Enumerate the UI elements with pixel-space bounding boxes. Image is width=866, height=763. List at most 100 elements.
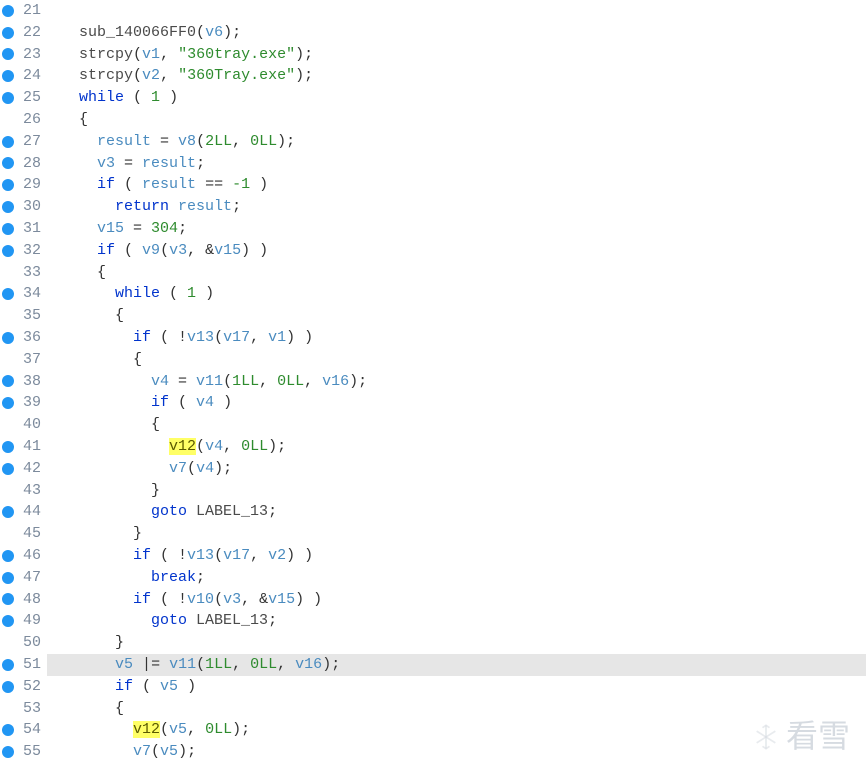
- breakpoint-dot[interactable]: [2, 27, 14, 39]
- breakpoint-dot[interactable]: [2, 593, 14, 605]
- code-line[interactable]: {: [47, 109, 866, 131]
- code-line[interactable]: if ( !v10(v3, &v15) ): [47, 589, 866, 611]
- breakpoint-dot[interactable]: [2, 528, 14, 540]
- gutter-line[interactable]: 52: [0, 676, 47, 698]
- breakpoint-dot[interactable]: [2, 681, 14, 693]
- code-line[interactable]: return result;: [47, 196, 866, 218]
- gutter-line[interactable]: 22: [0, 22, 47, 44]
- breakpoint-dot[interactable]: [2, 310, 14, 322]
- code-line[interactable]: [47, 0, 866, 22]
- breakpoint-dot[interactable]: [2, 397, 14, 409]
- breakpoint-dot[interactable]: [2, 114, 14, 126]
- breakpoint-dot[interactable]: [2, 375, 14, 387]
- gutter-line[interactable]: 35: [0, 305, 47, 327]
- code-line[interactable]: strcpy(v1, "360tray.exe");: [47, 44, 866, 66]
- gutter-line[interactable]: 49: [0, 610, 47, 632]
- gutter-line[interactable]: 21: [0, 0, 47, 22]
- code-line[interactable]: }: [47, 523, 866, 545]
- code-line[interactable]: {: [47, 262, 866, 284]
- gutter-line[interactable]: 29: [0, 174, 47, 196]
- code-line[interactable]: sub_140066FF0(v6);: [47, 22, 866, 44]
- code-line[interactable]: {: [47, 349, 866, 371]
- breakpoint-dot[interactable]: [2, 201, 14, 213]
- code-line[interactable]: goto LABEL_13;: [47, 501, 866, 523]
- breakpoint-dot[interactable]: [2, 245, 14, 257]
- gutter-line[interactable]: 26: [0, 109, 47, 131]
- code-line[interactable]: v3 = result;: [47, 153, 866, 175]
- code-line[interactable]: if ( v5 ): [47, 676, 866, 698]
- breakpoint-dot[interactable]: [2, 288, 14, 300]
- code-line[interactable]: v5 |= v11(1LL, 0LL, v16);: [47, 654, 866, 676]
- code-line[interactable]: result = v8(2LL, 0LL);: [47, 131, 866, 153]
- gutter-line[interactable]: 31: [0, 218, 47, 240]
- code-line[interactable]: }: [47, 480, 866, 502]
- gutter-line[interactable]: 55: [0, 741, 47, 763]
- code-line[interactable]: {: [47, 698, 866, 720]
- gutter-line[interactable]: 50: [0, 632, 47, 654]
- gutter-line[interactable]: 44: [0, 501, 47, 523]
- breakpoint-dot[interactable]: [2, 572, 14, 584]
- code-line[interactable]: }: [47, 632, 866, 654]
- breakpoint-dot[interactable]: [2, 70, 14, 82]
- code-line[interactable]: {: [47, 305, 866, 327]
- gutter-line[interactable]: 42: [0, 458, 47, 480]
- gutter-line[interactable]: 32: [0, 240, 47, 262]
- gutter-line[interactable]: 46: [0, 545, 47, 567]
- code-line[interactable]: v7(v5);: [47, 741, 866, 763]
- breakpoint-dot[interactable]: [2, 136, 14, 148]
- gutter-line[interactable]: 28: [0, 153, 47, 175]
- code-line[interactable]: goto LABEL_13;: [47, 610, 866, 632]
- gutter-line[interactable]: 33: [0, 262, 47, 284]
- gutter-line[interactable]: 36: [0, 327, 47, 349]
- breakpoint-dot[interactable]: [2, 419, 14, 431]
- code-line[interactable]: v4 = v11(1LL, 0LL, v16);: [47, 371, 866, 393]
- gutter-line[interactable]: 47: [0, 567, 47, 589]
- breakpoint-dot[interactable]: [2, 5, 14, 17]
- breakpoint-dot[interactable]: [2, 637, 14, 649]
- breakpoint-dot[interactable]: [2, 441, 14, 453]
- breakpoint-dot[interactable]: [2, 615, 14, 627]
- gutter-line[interactable]: 25: [0, 87, 47, 109]
- code-line[interactable]: break;: [47, 567, 866, 589]
- code-line[interactable]: if ( result == -1 ): [47, 174, 866, 196]
- gutter-line[interactable]: 23: [0, 44, 47, 66]
- gutter-line[interactable]: 54: [0, 719, 47, 741]
- gutter-line[interactable]: 38: [0, 371, 47, 393]
- breakpoint-dot[interactable]: [2, 484, 14, 496]
- breakpoint-dot[interactable]: [2, 724, 14, 736]
- breakpoint-dot[interactable]: [2, 157, 14, 169]
- gutter-line[interactable]: 48: [0, 589, 47, 611]
- breakpoint-dot[interactable]: [2, 332, 14, 344]
- code-line[interactable]: v7(v4);: [47, 458, 866, 480]
- breakpoint-dot[interactable]: [2, 506, 14, 518]
- breakpoint-dot[interactable]: [2, 223, 14, 235]
- gutter-line[interactable]: 51: [0, 654, 47, 676]
- breakpoint-dot[interactable]: [2, 354, 14, 366]
- gutter-line[interactable]: 40: [0, 414, 47, 436]
- code-line[interactable]: v12(v4, 0LL);: [47, 436, 866, 458]
- code-line[interactable]: v15 = 304;: [47, 218, 866, 240]
- code-line[interactable]: if ( v4 ): [47, 392, 866, 414]
- code-line[interactable]: strcpy(v2, "360Tray.exe");: [47, 65, 866, 87]
- breakpoint-dot[interactable]: [2, 48, 14, 60]
- gutter-line[interactable]: 27: [0, 131, 47, 153]
- breakpoint-dot[interactable]: [2, 550, 14, 562]
- gutter-line[interactable]: 53: [0, 698, 47, 720]
- breakpoint-dot[interactable]: [2, 463, 14, 475]
- breakpoint-dot[interactable]: [2, 659, 14, 671]
- breakpoint-dot[interactable]: [2, 179, 14, 191]
- code-line[interactable]: while ( 1 ): [47, 283, 866, 305]
- breakpoint-dot[interactable]: [2, 702, 14, 714]
- gutter-line[interactable]: 39: [0, 392, 47, 414]
- breakpoint-dot[interactable]: [2, 266, 14, 278]
- gutter-line[interactable]: 41: [0, 436, 47, 458]
- gutter-line[interactable]: 45: [0, 523, 47, 545]
- gutter-line[interactable]: 34: [0, 283, 47, 305]
- code-line[interactable]: if ( !v13(v17, v1) ): [47, 327, 866, 349]
- gutter-line[interactable]: 37: [0, 349, 47, 371]
- code-line[interactable]: v12(v5, 0LL);: [47, 719, 866, 741]
- code-area[interactable]: sub_140066FF0(v6); strcpy(v1, "360tray.e…: [47, 0, 866, 763]
- gutter-line[interactable]: 24: [0, 65, 47, 87]
- code-line[interactable]: if ( v9(v3, &v15) ): [47, 240, 866, 262]
- breakpoint-dot[interactable]: [2, 92, 14, 104]
